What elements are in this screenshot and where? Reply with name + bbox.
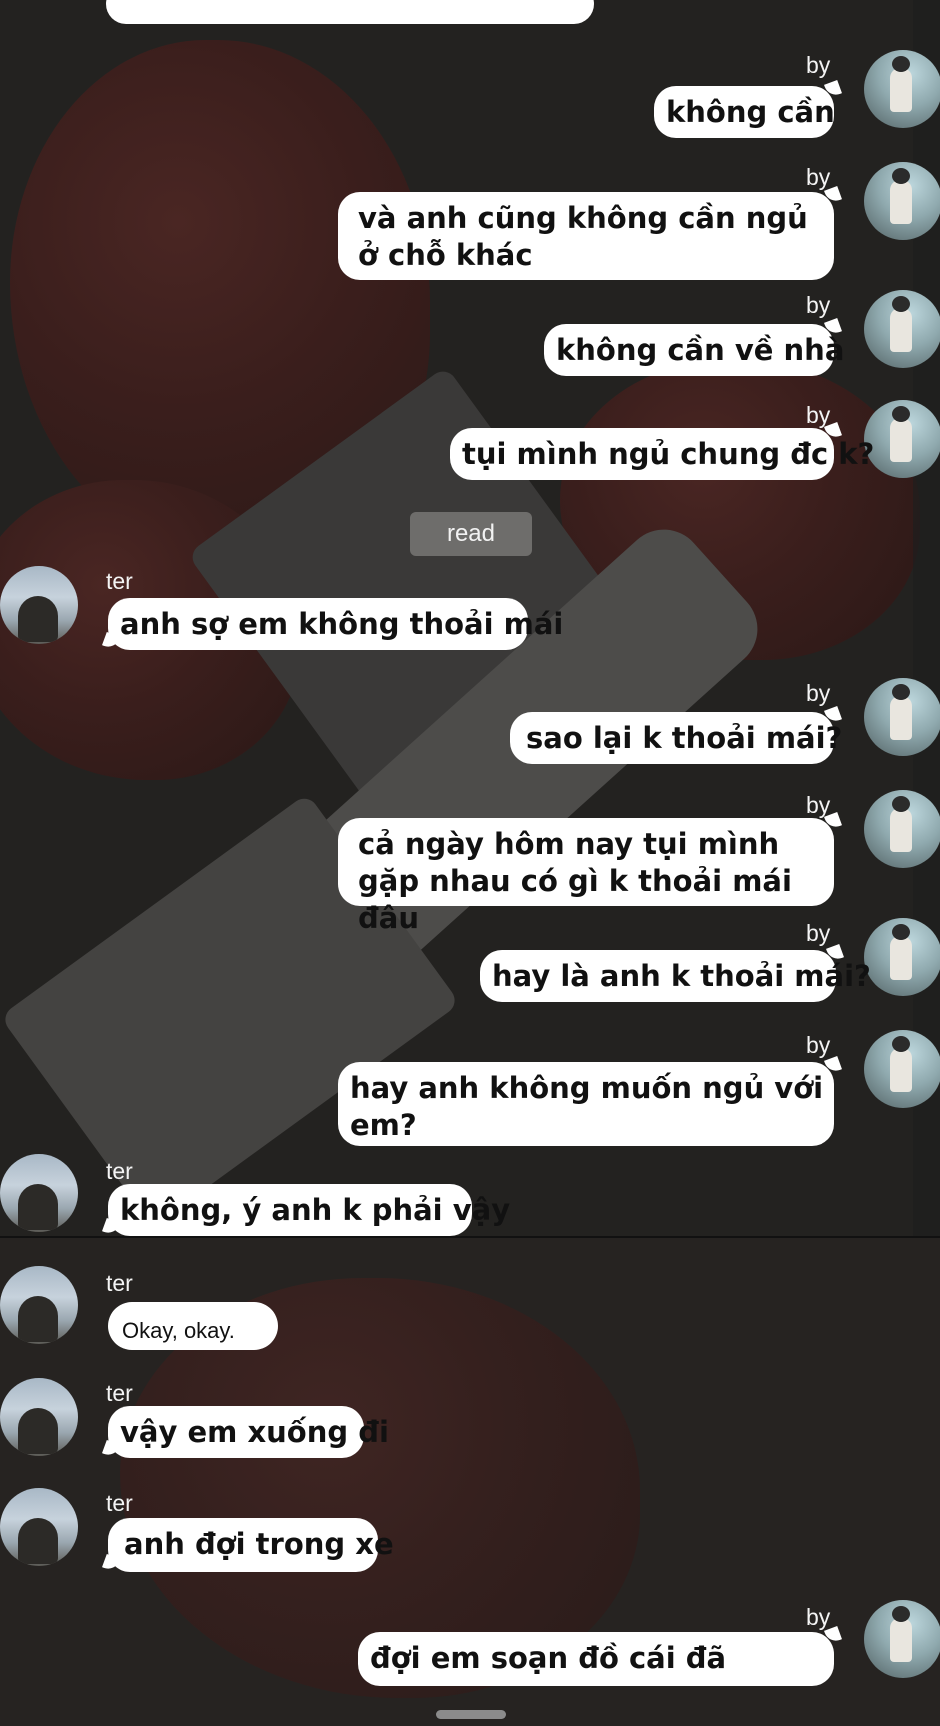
avatar-other-icon[interactable] <box>0 1266 78 1344</box>
avatar-other-icon[interactable] <box>0 566 78 644</box>
sender-name-other: ter <box>106 1490 133 1516</box>
message-bubble-partial[interactable] <box>106 0 594 24</box>
message-bubble-me[interactable]: hay anh không muốn ngủ với em? <box>338 1062 834 1146</box>
message-bubble-me[interactable]: tụi mình ngủ chung đc k? <box>450 428 874 480</box>
sender-name-me: by <box>806 920 831 946</box>
message-bubble-me[interactable]: và anh cũng không cần ngủ ở chỗ khác <box>338 192 834 280</box>
avatar-me-icon[interactable] <box>864 678 940 756</box>
avatar-me-icon[interactable] <box>864 290 940 368</box>
sender-name-me: by <box>806 1604 831 1630</box>
message-bubble-me[interactable]: không cần về nhà <box>544 324 844 376</box>
read-receipt: read <box>410 512 532 556</box>
avatar-me-icon[interactable] <box>864 1030 940 1108</box>
avatar-me-icon[interactable] <box>864 400 940 478</box>
message-bubble-other[interactable]: không, ý anh k phải vậy <box>108 1184 510 1236</box>
message-bubble-me[interactable]: cả ngày hôm nay tụi mình gặp nhau có gì … <box>338 818 834 935</box>
message-bubble-me[interactable]: không cần <box>654 86 835 138</box>
sender-name-other: ter <box>106 568 133 594</box>
avatar-me-icon[interactable] <box>864 50 940 128</box>
avatar-me-icon[interactable] <box>864 918 940 996</box>
message-bubble-other[interactable]: anh đợi trong xe <box>108 1518 394 1572</box>
sender-name-me: by <box>806 52 831 78</box>
sender-name-me: by <box>806 680 831 706</box>
avatar-other-icon[interactable] <box>0 1488 78 1566</box>
message-bubble-other[interactable]: vậy em xuống đi <box>108 1406 389 1458</box>
home-indicator[interactable] <box>436 1710 506 1719</box>
message-bubble-me[interactable]: hay là anh k thoải mái? <box>480 950 871 1002</box>
message-bubble-me[interactable]: đợi em soạn đồ cái đã <box>358 1632 834 1686</box>
message-bubble-me[interactable]: sao lại k thoải mái? <box>510 712 842 764</box>
sender-name-other: ter <box>106 1270 133 1296</box>
message-bubble-other[interactable]: Okay, okay. <box>108 1302 278 1350</box>
message-bubble-other[interactable]: anh sợ em không thoải mái <box>108 598 563 650</box>
sender-name-other: ter <box>106 1380 133 1406</box>
sender-name-me: by <box>806 1032 831 1058</box>
section-divider <box>0 1236 940 1238</box>
avatar-me-icon[interactable] <box>864 790 940 868</box>
sender-name-me: by <box>806 164 831 190</box>
sender-name-me: by <box>806 292 831 318</box>
avatar-other-icon[interactable] <box>0 1378 78 1456</box>
avatar-other-icon[interactable] <box>0 1154 78 1232</box>
avatar-me-icon[interactable] <box>864 1600 940 1678</box>
sender-name-other: ter <box>106 1158 133 1184</box>
avatar-me-icon[interactable] <box>864 162 940 240</box>
